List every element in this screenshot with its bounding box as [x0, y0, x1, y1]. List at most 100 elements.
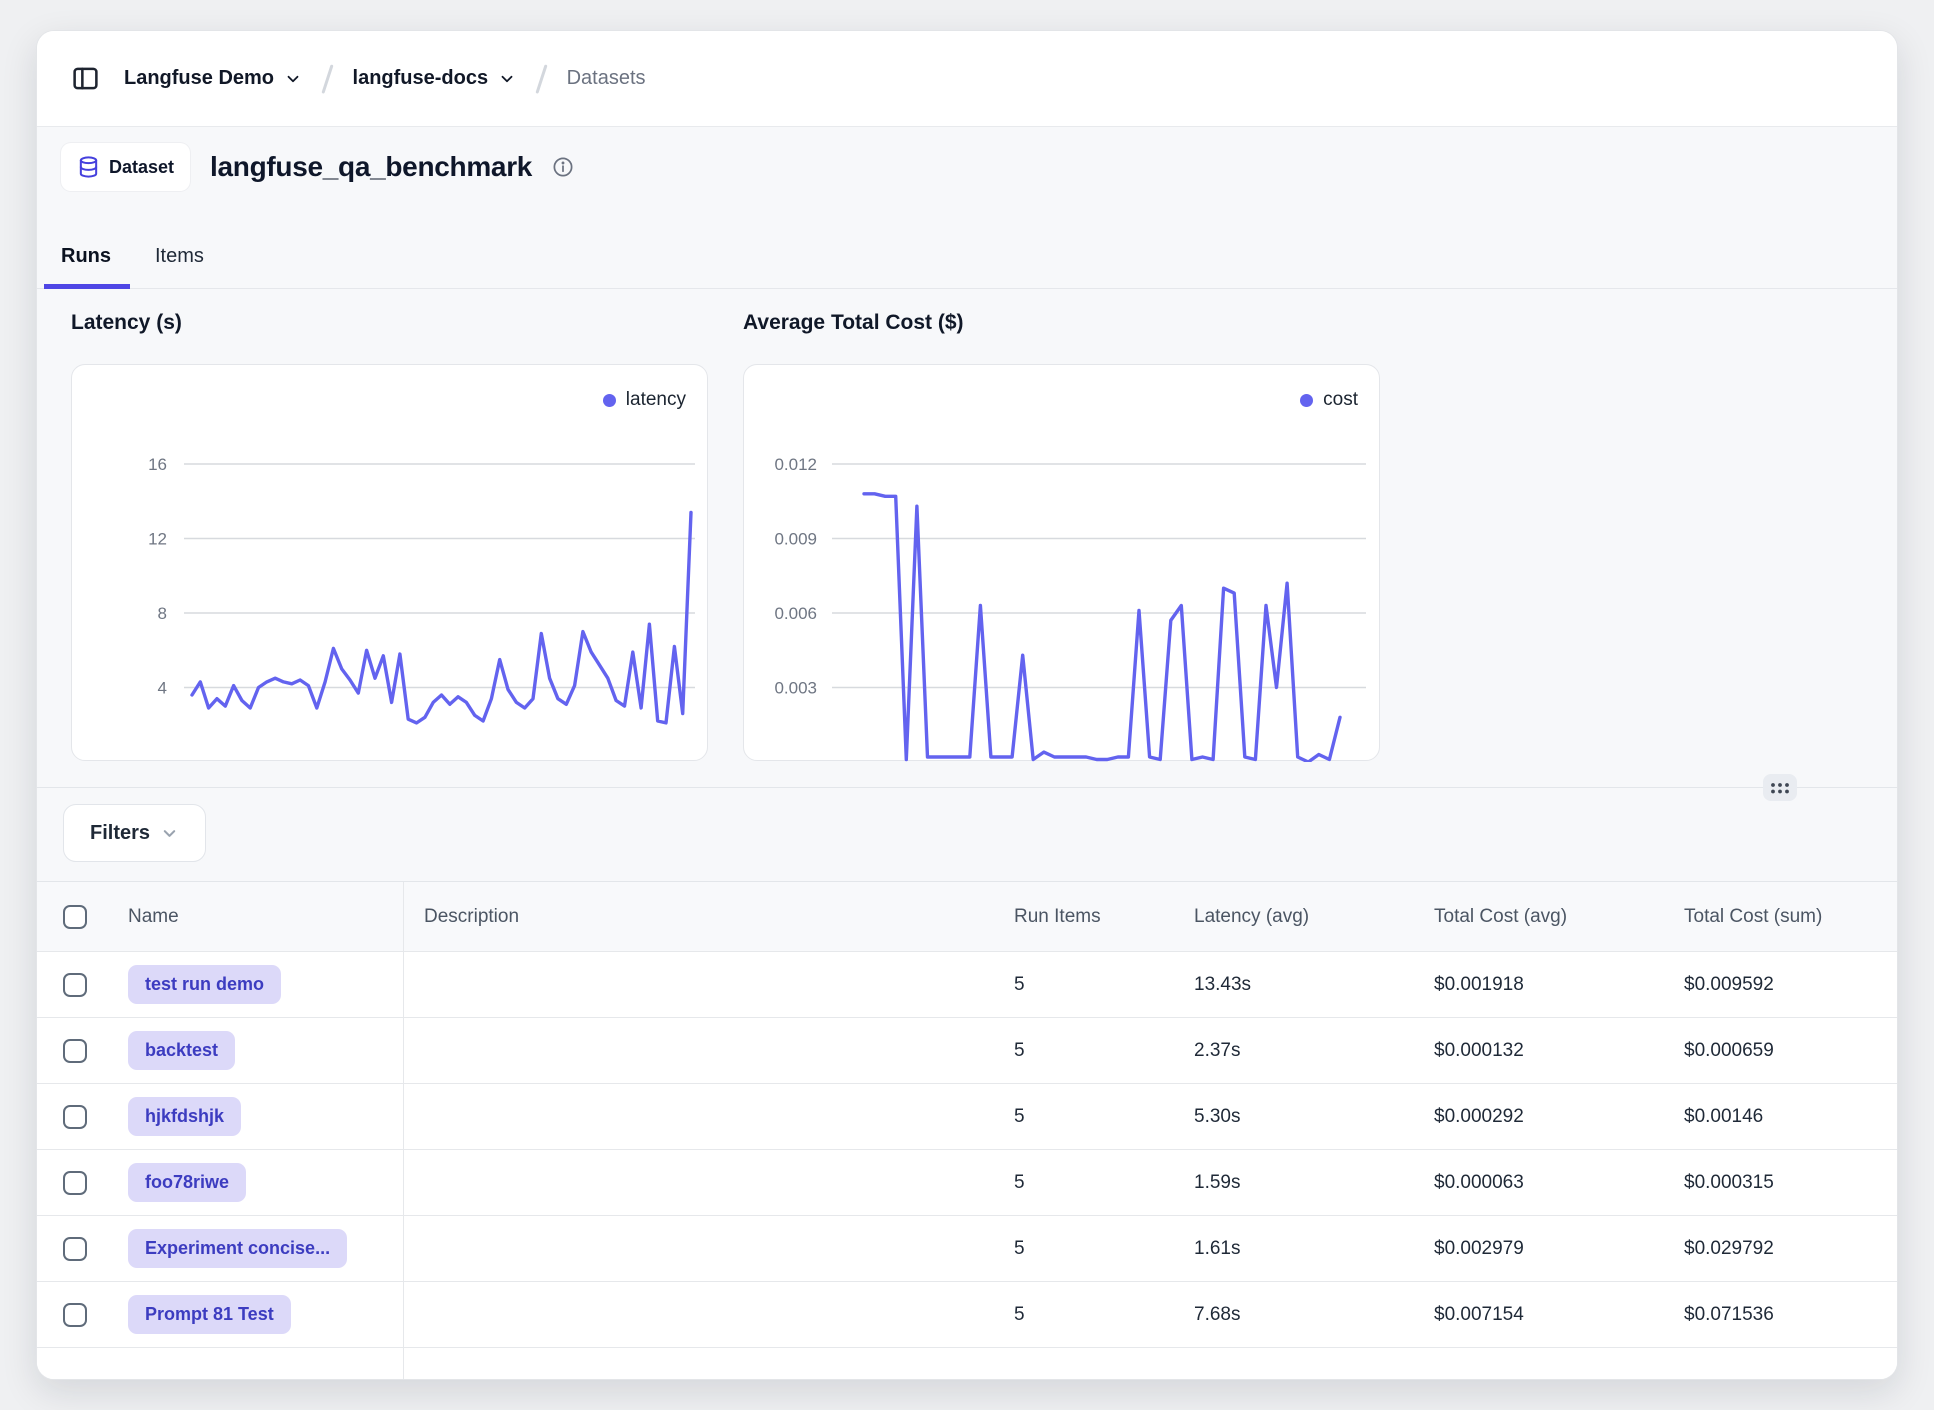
run-total-cost-sum: $0.029792	[1664, 1238, 1897, 1260]
chevron-down-icon	[160, 824, 179, 843]
column-header-total-cost-sum[interactable]: Total Cost (sum)	[1664, 906, 1897, 928]
run-items-count: 5	[994, 1106, 1174, 1128]
run-total-cost-sum: $0.000659	[1664, 1040, 1897, 1062]
sidebar-toggle-icon[interactable]	[71, 64, 100, 93]
resize-grip-icon[interactable]	[1763, 774, 1797, 801]
column-header-name[interactable]: Name	[101, 882, 404, 951]
run-name-badge[interactable]: test run demo	[128, 965, 281, 1004]
tab-runs[interactable]: Runs	[61, 245, 111, 288]
select-all-checkbox[interactable]	[63, 905, 87, 929]
breadcrumb-org-label: Langfuse Demo	[124, 67, 274, 90]
tab-bar: Runs Items	[37, 215, 1897, 289]
breadcrumb-project[interactable]: langfuse-docs	[353, 67, 517, 90]
row-checkbox[interactable]	[63, 1171, 87, 1195]
section-divider	[37, 787, 1897, 788]
cost-chart: 0.012 0.009 0.006 0.003 cost	[743, 364, 1380, 761]
run-latency-avg: 7.68s	[1174, 1304, 1414, 1326]
row-checkbox[interactable]	[63, 1039, 87, 1063]
legend-dot-icon	[1300, 394, 1313, 407]
run-items-count: 5	[994, 1238, 1174, 1260]
chevron-down-icon	[284, 70, 302, 88]
breadcrumb-org[interactable]: Langfuse Demo	[124, 67, 302, 90]
run-total-cost-avg: $0.001918	[1414, 974, 1664, 996]
run-latency-avg: 5.30s	[1174, 1106, 1414, 1128]
svg-text:4: 4	[158, 679, 167, 698]
info-icon[interactable]	[552, 156, 574, 178]
latency-legend: latency	[603, 389, 686, 411]
row-checkbox[interactable]	[63, 973, 87, 997]
svg-text:0.009: 0.009	[774, 530, 817, 549]
run-total-cost-sum: $0.071536	[1664, 1304, 1897, 1326]
column-header-run-items[interactable]: Run Items	[994, 906, 1174, 928]
legend-dot-icon	[603, 394, 616, 407]
run-name-badge[interactable]: backtest	[128, 1031, 235, 1070]
table-row: hjkfdshjk 5 5.30s $0.000292 $0.00146	[37, 1084, 1897, 1150]
run-latency-avg: 2.37s	[1174, 1040, 1414, 1062]
tab-items[interactable]: Items	[155, 245, 204, 288]
legend-label: latency	[626, 389, 686, 411]
breadcrumb-separator-icon	[536, 64, 548, 93]
row-checkbox[interactable]	[63, 1105, 87, 1129]
table-row-partial	[37, 1348, 1897, 1380]
run-items-count: 5	[994, 1304, 1174, 1326]
table-row: test run demo 5 13.43s $0.001918 $0.0095…	[37, 952, 1897, 1018]
run-name-badge[interactable]: Experiment concise...	[128, 1229, 347, 1268]
runs-table: Name Description Run Items Latency (avg)…	[37, 881, 1897, 1380]
latency-chart-title: Latency (s)	[71, 311, 708, 341]
table-header-row: Name Description Run Items Latency (avg)…	[37, 882, 1897, 952]
table-row: Experiment concise... 5 1.61s $0.002979 …	[37, 1216, 1897, 1282]
latency-chart: 16 12 8 4 latency	[71, 364, 708, 761]
row-checkbox[interactable]	[63, 1303, 87, 1327]
dataset-badge-label: Dataset	[109, 157, 174, 178]
page-content: Dataset langfuse_qa_benchmark Runs Items…	[37, 127, 1897, 1380]
svg-text:8: 8	[158, 604, 167, 623]
run-total-cost-avg: $0.000063	[1414, 1172, 1664, 1194]
dataset-type-badge: Dataset	[61, 143, 190, 191]
cost-chart-block: Average Total Cost ($) 0.0120.0090.0060.…	[743, 311, 1380, 761]
run-items-count: 5	[994, 1040, 1174, 1062]
svg-text:16: 16	[148, 455, 167, 474]
table-row: backtest 5 2.37s $0.000132 $0.000659	[37, 1018, 1897, 1084]
svg-text:0.003: 0.003	[774, 679, 817, 698]
latency-chart-block: Latency (s) 16 12 8 4 latency	[71, 311, 708, 761]
breadcrumb-separator-icon	[321, 64, 333, 93]
run-total-cost-avg: $0.000292	[1414, 1106, 1664, 1128]
column-header-latency-avg[interactable]: Latency (avg)	[1174, 906, 1414, 928]
column-header-description[interactable]: Description	[404, 906, 994, 928]
page-title: langfuse_qa_benchmark	[210, 151, 532, 183]
chevron-down-icon	[498, 70, 516, 88]
database-icon	[77, 155, 100, 179]
table-row: Prompt 81 Test 5 7.68s $0.007154 $0.0715…	[37, 1282, 1897, 1348]
svg-text:0.006: 0.006	[774, 604, 817, 623]
table-row: foo78riwe 5 1.59s $0.000063 $0.000315	[37, 1150, 1897, 1216]
run-total-cost-sum: $0.00146	[1664, 1106, 1897, 1128]
run-total-cost-sum: $0.009592	[1664, 974, 1897, 996]
dataset-header: Dataset langfuse_qa_benchmark	[37, 143, 1897, 191]
cost-chart-title: Average Total Cost ($)	[743, 311, 1380, 341]
svg-text:12: 12	[148, 530, 167, 549]
svg-text:0.012: 0.012	[774, 455, 817, 474]
main-card: Langfuse Demo langfuse-docs Datasets Dat…	[36, 30, 1898, 1380]
run-items-count: 5	[994, 1172, 1174, 1194]
run-total-cost-sum: $0.000315	[1664, 1172, 1897, 1194]
run-total-cost-avg: $0.002979	[1414, 1238, 1664, 1260]
legend-label: cost	[1323, 389, 1358, 411]
breadcrumb-project-label: langfuse-docs	[353, 67, 489, 90]
filters-row: Filters	[37, 804, 1897, 862]
filters-button[interactable]: Filters	[63, 804, 206, 862]
run-latency-avg: 1.61s	[1174, 1238, 1414, 1260]
filters-button-label: Filters	[90, 822, 150, 845]
column-header-total-cost-avg[interactable]: Total Cost (avg)	[1414, 906, 1664, 928]
run-total-cost-avg: $0.007154	[1414, 1304, 1664, 1326]
run-latency-avg: 13.43s	[1174, 974, 1414, 996]
row-checkbox[interactable]	[63, 1237, 87, 1261]
run-name-badge[interactable]: hjkfdshjk	[128, 1097, 241, 1136]
breadcrumb-section[interactable]: Datasets	[567, 67, 646, 90]
run-name-badge[interactable]: Prompt 81 Test	[128, 1295, 291, 1334]
run-latency-avg: 1.59s	[1174, 1172, 1414, 1194]
charts-row: Latency (s) 16 12 8 4 latency Average Total…	[37, 311, 1897, 761]
table-body: test run demo 5 13.43s $0.001918 $0.0095…	[37, 952, 1897, 1348]
run-total-cost-avg: $0.000132	[1414, 1040, 1664, 1062]
cost-legend: cost	[1300, 389, 1358, 411]
run-name-badge[interactable]: foo78riwe	[128, 1163, 246, 1202]
